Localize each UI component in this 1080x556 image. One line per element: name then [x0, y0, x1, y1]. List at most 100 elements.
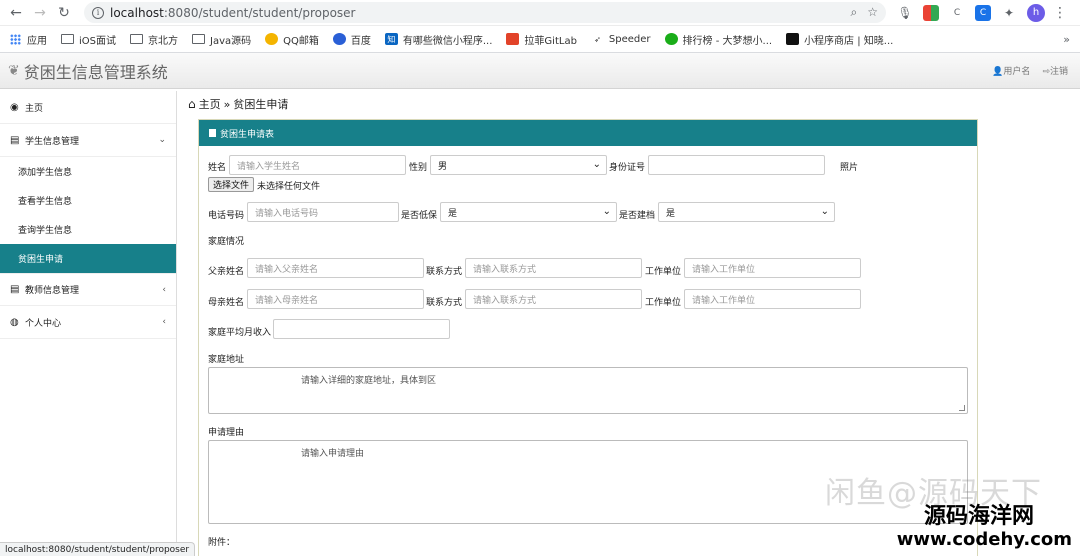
sidebar-item-student-mgmt[interactable]: ▤ 学生信息管理 ⌄	[0, 124, 176, 157]
rank-icon	[664, 33, 678, 45]
resize-handle-icon[interactable]	[959, 405, 965, 411]
breadcrumb-home[interactable]: 主页	[199, 96, 221, 112]
color-extension-icon[interactable]	[923, 4, 939, 21]
chevron-down-icon: ⌄	[602, 206, 611, 217]
bookmark-qqmail[interactable]: QQ邮箱	[265, 32, 319, 47]
father-name-input[interactable]: 请输入父亲姓名	[247, 258, 424, 278]
mother-contact-label: 联系方式	[426, 298, 463, 308]
mother-work-input[interactable]: 请输入工作单位	[684, 289, 861, 309]
home-icon[interactable]: ⌂	[188, 97, 196, 111]
bookmark-ios[interactable]: iOS面试	[61, 32, 116, 47]
puzzle-icon[interactable]: ✦	[1001, 5, 1017, 21]
sidebar-item-teacher-mgmt[interactable]: ▤ 教师信息管理 ‹	[0, 273, 176, 306]
mother-name-input[interactable]: 请输入母亲姓名	[247, 289, 424, 309]
gender-select[interactable]: 男 ⌄	[430, 155, 607, 175]
document-icon	[209, 129, 216, 137]
name-input[interactable]: 请输入学生姓名	[229, 155, 406, 175]
jianka-label: 是否建档	[619, 211, 656, 221]
miniapp-store-icon	[786, 33, 800, 45]
qqmail-icon	[265, 33, 279, 45]
breadcrumb: ⌂ 主页 » 贫困生申请	[188, 96, 289, 112]
sidebar-item-add-student[interactable]: 添加学生信息	[0, 157, 176, 186]
name-label: 姓名	[208, 163, 227, 173]
bookmarks-bar: 应用 iOS面试 京北方 Java源码 QQ邮箱 百度 知有哪些微信小程序...…	[0, 26, 1080, 53]
address-textarea[interactable]: 请输入详细的家庭地址，具体到区	[208, 367, 968, 414]
folder-icon	[130, 34, 143, 44]
reload-icon[interactable]: ↻	[54, 3, 74, 23]
jianka-select[interactable]: 是 ⌄	[658, 202, 835, 222]
sidebar-item-view-student[interactable]: 查看学生信息	[0, 186, 176, 215]
idcard-input[interactable]	[648, 155, 825, 175]
sidebar-item-query-student[interactable]: 查询学生信息	[0, 215, 176, 244]
book-icon: ▤	[10, 284, 20, 295]
father-work-label: 工作单位	[645, 267, 682, 277]
reason-label: 申请理由	[208, 428, 245, 438]
mother-label: 母亲姓名	[208, 298, 245, 308]
idcard-label: 身份证号	[609, 163, 646, 173]
sidebar-item-home[interactable]: ◉ 主页	[0, 91, 176, 124]
choose-file-button[interactable]: 选择文件	[208, 177, 255, 192]
user-circle-icon: ◍	[10, 316, 19, 328]
chevron-down-icon: ⌄	[158, 135, 166, 145]
bookmark-baidu[interactable]: 百度	[332, 32, 371, 47]
chevron-down-icon: ⌄	[592, 159, 601, 170]
bookmark-rank[interactable]: 排行榜 - 大梦想小...	[664, 32, 772, 47]
chevron-down-icon: ⌄	[820, 206, 829, 217]
brand-title: 贫困生信息管理系统	[23, 62, 168, 82]
bookmark-miniapp[interactable]: 小程序商店 | 知晓...	[786, 32, 893, 47]
mother-contact-input[interactable]: 请输入联系方式	[465, 289, 642, 309]
apps-grid-icon	[10, 33, 21, 45]
bookmark-zhihu[interactable]: 知有哪些微信小程序...	[384, 32, 492, 47]
browser-status-bar: localhost:8080/student/student/proposer	[0, 542, 196, 556]
url-path: :8080/student/student/proposer	[163, 5, 356, 20]
photo-label: 照片	[840, 163, 859, 173]
income-input[interactable]	[273, 319, 450, 339]
breadcrumb-current: 贫困生申请	[233, 98, 289, 111]
c-extension-icon[interactable]: C	[949, 5, 965, 21]
bookmark-java[interactable]: Java源码	[192, 32, 251, 47]
forward-icon[interactable]: →	[30, 3, 50, 23]
sidebar: ◉ 主页 ▤ 学生信息管理 ⌄ 添加学生信息 查看学生信息 查询学生信息 贫困生…	[0, 91, 177, 556]
zoom-icon[interactable]: ⌕	[851, 5, 858, 20]
phone-input[interactable]: 请输入电话号码	[247, 202, 399, 222]
bookmark-speeder[interactable]: ➶ Speeder	[591, 33, 650, 45]
income-label: 家庭平均月收入	[208, 328, 272, 338]
star-icon[interactable]: ☆	[867, 5, 878, 20]
mother-work-label: 工作单位	[645, 298, 682, 308]
logout-link[interactable]: ⇨注销	[1042, 64, 1068, 77]
folder-icon	[192, 34, 205, 44]
bookmarks-more-icon[interactable]: »	[1063, 33, 1070, 46]
dibao-select[interactable]: 是 ⌄	[440, 202, 617, 222]
book-icon: ▤	[10, 134, 20, 146]
rocket-icon: ➶	[594, 34, 601, 44]
url-host: localhost	[110, 5, 164, 20]
bookmark-jbf[interactable]: 京北方	[130, 32, 178, 47]
back-icon[interactable]: ←	[6, 3, 26, 23]
phone-label: 电话号码	[208, 211, 245, 221]
app-header: ❦ 贫困生信息管理系统 👤用户名 ⇨注销	[0, 53, 1080, 89]
father-contact-input[interactable]: 请输入联系方式	[465, 258, 642, 278]
panel-header: 贫困生申请表	[199, 120, 977, 146]
bookmark-gitlab[interactable]: 拉菲GitLab	[506, 32, 577, 47]
mic-extension-icon[interactable]: 🎙	[897, 5, 913, 21]
leaf-icon: ❦	[8, 62, 20, 79]
father-work-input[interactable]: 请输入工作单位	[684, 258, 861, 278]
menu-icon[interactable]: ⋮	[1050, 3, 1070, 23]
blue-extension-icon[interactable]: C	[975, 4, 991, 21]
dibao-label: 是否低保	[401, 211, 438, 221]
bookmark-apps[interactable]: 应用	[10, 32, 47, 47]
sidebar-item-personal[interactable]: ◍ 个人中心 ‹	[0, 306, 176, 339]
user-menu[interactable]: 👤用户名	[992, 64, 1030, 77]
father-label: 父亲姓名	[208, 267, 245, 277]
site-info-icon[interactable]: i	[92, 6, 104, 19]
file-status: 未选择任何文件	[257, 182, 321, 192]
sidebar-item-poverty-apply[interactable]: 贫困生申请	[0, 244, 176, 273]
gender-label: 性别	[409, 163, 428, 173]
profile-avatar[interactable]: h	[1027, 3, 1045, 22]
github-icon: ◉	[10, 101, 19, 113]
address-bar[interactable]: i localhost:8080/student/student/propose…	[84, 2, 886, 23]
brand[interactable]: ❦ 贫困生信息管理系统	[8, 59, 168, 83]
attachment-label: 附件：	[208, 538, 236, 548]
baidu-paw-icon	[332, 33, 346, 45]
gitlab-icon	[506, 33, 520, 45]
